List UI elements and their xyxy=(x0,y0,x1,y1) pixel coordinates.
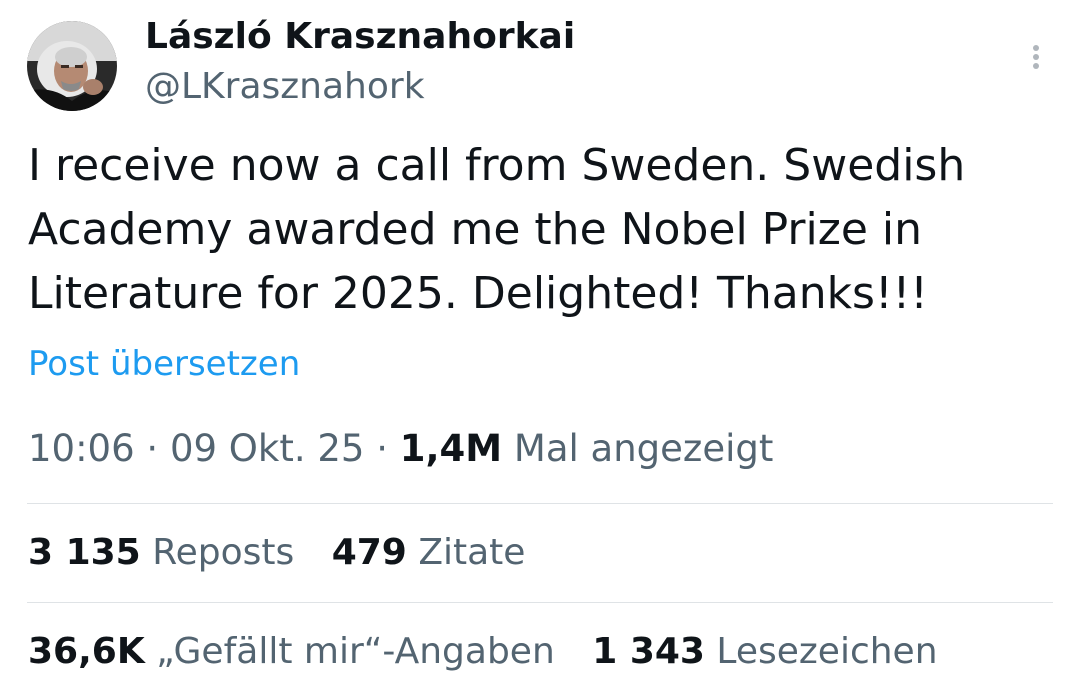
tweet-detail: László Krasznahorkai @LKrasznahork I rec… xyxy=(0,0,1080,692)
reposts-count: 3 135 xyxy=(28,532,141,573)
bookmarks-label: Lesezeichen xyxy=(716,631,938,672)
divider xyxy=(27,602,1053,603)
divider xyxy=(27,503,1053,504)
more-vertical-icon-dot xyxy=(1033,54,1039,60)
likes-label: „Gefällt mir“-Angaben xyxy=(156,631,555,672)
tweet-meta: 10:06 · 09 Okt. 25 · 1,4M Mal angezeigt xyxy=(28,427,773,470)
meta-separator: · xyxy=(376,427,388,470)
post-time[interactable]: 10:06 xyxy=(28,427,135,470)
likes-stat[interactable]: 36,6K „Gefällt mir“-Angaben xyxy=(28,631,555,672)
display-name[interactable]: László Krasznahorkai xyxy=(145,16,575,57)
quotes-count: 479 xyxy=(331,532,407,573)
user-handle[interactable]: @LKrasznahork xyxy=(145,66,425,107)
tweet-text-line: Literature for 2025. Delighted! Thanks!!… xyxy=(28,268,928,319)
reposts-stat[interactable]: 3 135 Reposts xyxy=(28,532,294,573)
avatar[interactable] xyxy=(27,21,117,111)
views-count: 1,4M xyxy=(399,427,503,470)
bookmarks-stat[interactable]: 1 343 Lesezeichen xyxy=(592,631,937,672)
avatar-portrait xyxy=(27,21,117,111)
stats-row-reposts-quotes: 3 135 Reposts 479 Zitate xyxy=(28,532,525,573)
views-label: Mal angezeigt xyxy=(513,427,774,470)
tweet-text-line: Academy awarded me the Nobel Prize in xyxy=(28,204,923,255)
more-vertical-icon xyxy=(1033,45,1039,51)
quotes-stat[interactable]: 479 Zitate xyxy=(332,532,526,573)
quotes-label: Zitate xyxy=(418,532,526,573)
more-vertical-icon-dot xyxy=(1033,63,1039,69)
likes-count: 36,6K xyxy=(28,631,145,672)
more-options-button[interactable] xyxy=(1016,36,1056,76)
translate-post-link[interactable]: Post übersetzen xyxy=(28,344,300,384)
bookmarks-count: 1 343 xyxy=(592,631,705,672)
meta-separator: · xyxy=(146,427,159,470)
reposts-label: Reposts xyxy=(152,532,295,573)
tweet-text: I receive now a call from Sweden. Swedis… xyxy=(28,134,1028,326)
stats-row-likes-bookmarks: 36,6K „Gefällt mir“-Angaben 1 343 Leseze… xyxy=(28,631,938,672)
post-date[interactable]: 09 Okt. 25 xyxy=(170,427,365,470)
tweet-text-line: I receive now a call from Sweden. Swedis… xyxy=(28,140,966,191)
